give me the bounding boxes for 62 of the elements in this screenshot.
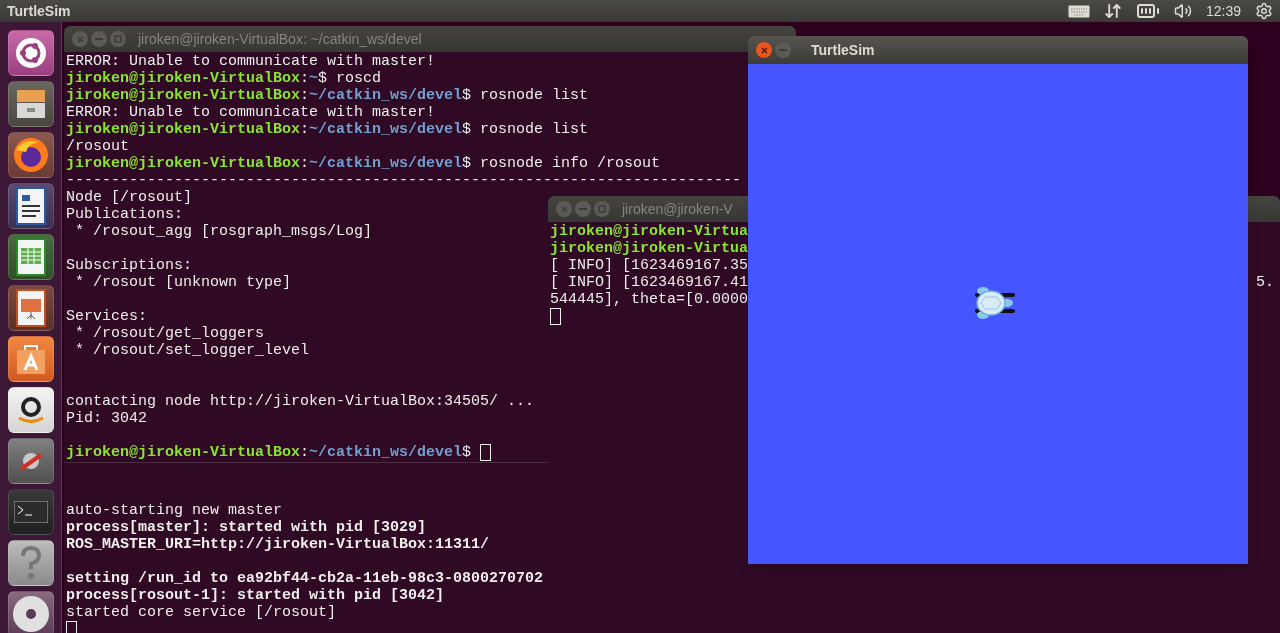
firefox-icon[interactable] <box>7 132 54 178</box>
terminal-line: Node [/rosout] <box>66 189 193 206</box>
terminal-line: Services: <box>66 308 147 325</box>
terminal-line: * /rosout/set_logger_level <box>74 342 310 359</box>
terminal-line: process[rosout-1]: started with pid [3042] <box>66 587 445 604</box>
close-icon <box>560 205 568 213</box>
terminal-line: Pid: 3042 <box>66 410 147 427</box>
terminal-line: ERROR: Unable to communicate with master! <box>66 53 436 70</box>
prompt-line: jiroken@jiroken-VirtualBox:~/catkin_ws/devel$ rosnode list <box>66 121 589 138</box>
network-icon[interactable] <box>1103 2 1122 20</box>
ubuntu-logo-icon[interactable] <box>7 30 54 76</box>
text-cursor <box>480 444 492 461</box>
terminal-line: * /rosout_agg [rosgraph_msgs/Log] <box>74 223 373 240</box>
prompt-line: jiroken@jiroken-VirtualBox:~$ roscd <box>66 70 382 87</box>
terminal-icon[interactable] <box>7 489 54 535</box>
terminal-line: Subscriptions: <box>66 257 193 274</box>
prompt-line: jiroken@jiroken-VirtualBox:~/catkin_ws/devel$ rosnode info /rosout <box>66 155 661 172</box>
prompt-line: jiroken@jiroken-Virtua <box>550 240 749 257</box>
prompt-line: jiroken@jiroken-Virtua <box>550 223 749 240</box>
terminal-line: 5. <box>1256 274 1275 291</box>
terminal-line: ROS_MASTER_URI=http://jiroken-VirtualBox:11311/ <box>66 536 490 553</box>
terminal-line: started core service [/rosout] <box>66 604 337 621</box>
text-cursor <box>550 308 561 325</box>
clock[interactable]: 12:39 <box>1205 0 1241 22</box>
terminal-line: * /rosout [unknown type] <box>74 274 292 291</box>
close-icon <box>76 35 84 43</box>
terminal-line: [ INFO] [1623469167.35 <box>550 257 749 274</box>
terminal-line: contacting node http://jiroken-VirtualBox:34505/ ... <box>66 393 535 410</box>
terminal-line: ERROR: Unable to communicate with master! <box>66 104 436 121</box>
minimize-icon <box>579 208 587 210</box>
terminal-line: process[master]: started with pid [3029] <box>66 519 427 536</box>
close-button[interactable] <box>756 42 772 58</box>
turtle-icon <box>973 285 1017 321</box>
presentation-icon[interactable] <box>7 285 54 331</box>
document-icon[interactable] <box>7 183 54 229</box>
terminal-line: * /rosout/get_loggers <box>74 325 265 342</box>
prompt-line: jiroken@jiroken-VirtualBox:~/catkin_ws/devel$ <box>66 444 473 461</box>
close-icon <box>760 46 768 54</box>
keyboard-icon[interactable] <box>1067 4 1090 18</box>
shopping-bag-icon[interactable] <box>7 336 54 382</box>
window-title: TurtleSim <box>811 40 875 60</box>
app-title: TurtleSim <box>7 1 71 21</box>
terminal-line: Publications: <box>66 206 184 223</box>
file-cabinet-icon[interactable] <box>7 81 54 127</box>
minimize-icon <box>95 38 103 40</box>
amazon-icon[interactable] <box>7 387 54 433</box>
terminal-line: [ INFO] [1623469167.41 <box>550 274 749 291</box>
window-title: jiroken@jiroken-V <box>622 199 733 219</box>
help-icon[interactable] <box>7 540 54 586</box>
volume-icon[interactable] <box>1173 2 1192 20</box>
maximize-icon <box>114 35 122 43</box>
spreadsheet-icon[interactable] <box>7 234 54 280</box>
text-cursor <box>66 621 77 633</box>
terminal-line: auto-starting new master <box>66 502 283 519</box>
window-title: jiroken@jiroken-VirtualBox: ~/catkin_ws/devel <box>138 29 422 49</box>
maximize-icon <box>598 205 606 213</box>
terminal-line: /rosout <box>66 138 129 155</box>
terminal-line: --------------------------------------------------------------------------- <box>66 172 742 189</box>
terminal-line: setting /run_id to ea92bf44-cb2a-11eb-98c3-0800270702 <box>66 570 544 587</box>
minimize-icon <box>779 49 787 51</box>
terminal-line: 544445], theta=[0.0000 <box>550 291 749 308</box>
prompt-line: jiroken@jiroken-VirtualBox:~/catkin_ws/devel$ rosnode list <box>66 87 589 104</box>
